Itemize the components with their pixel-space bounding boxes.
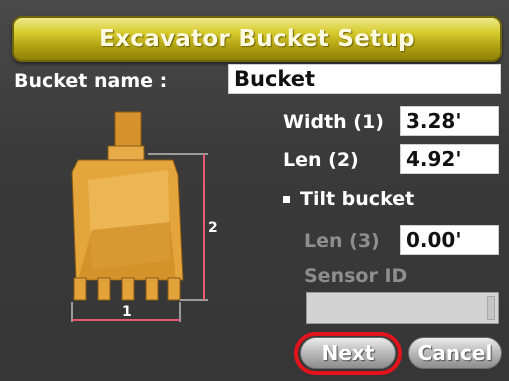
title-bar: Excavator Bucket Setup [12, 16, 502, 62]
bucket-name-input[interactable]: Bucket [228, 64, 501, 94]
bucket-floor [78, 222, 176, 280]
width-label: Width (1) [283, 111, 384, 133]
bucket-tooth [97, 277, 111, 301]
next-button-highlight [294, 332, 402, 375]
bucket-name-label: Bucket name : [14, 70, 168, 92]
bucket-tooth [73, 277, 87, 301]
len3-input[interactable]: 0.00' [400, 225, 499, 255]
len3-label: Len (3) [304, 230, 380, 252]
bucket-diagram: 2 1 [71, 111, 218, 322]
bucket-tooth [145, 277, 159, 301]
tilt-bucket-label: Tilt bucket [300, 188, 415, 210]
len2-input[interactable]: 4.92' [400, 144, 499, 174]
width-input[interactable]: 3.28' [400, 106, 499, 136]
cancel-button[interactable]: Cancel [408, 337, 502, 369]
bucket-tooth [167, 277, 181, 301]
sensor-id-label: Sensor ID [304, 265, 408, 287]
page-title: Excavator Bucket Setup [99, 26, 415, 52]
tilt-bucket-checkbox[interactable] [283, 196, 290, 203]
sensor-id-select[interactable] [306, 292, 499, 324]
bucket-tooth [121, 277, 135, 301]
dimension-1-label: 1 [122, 304, 132, 320]
bucket-setup-screen: Excavator Bucket Setup Bucket name : Buc… [0, 0, 509, 381]
sensor-id-scrollbar[interactable] [487, 296, 495, 320]
len2-label: Len (2) [283, 149, 359, 171]
bucket-pin-plate [107, 145, 145, 161]
dimension-2-label: 2 [208, 220, 218, 236]
